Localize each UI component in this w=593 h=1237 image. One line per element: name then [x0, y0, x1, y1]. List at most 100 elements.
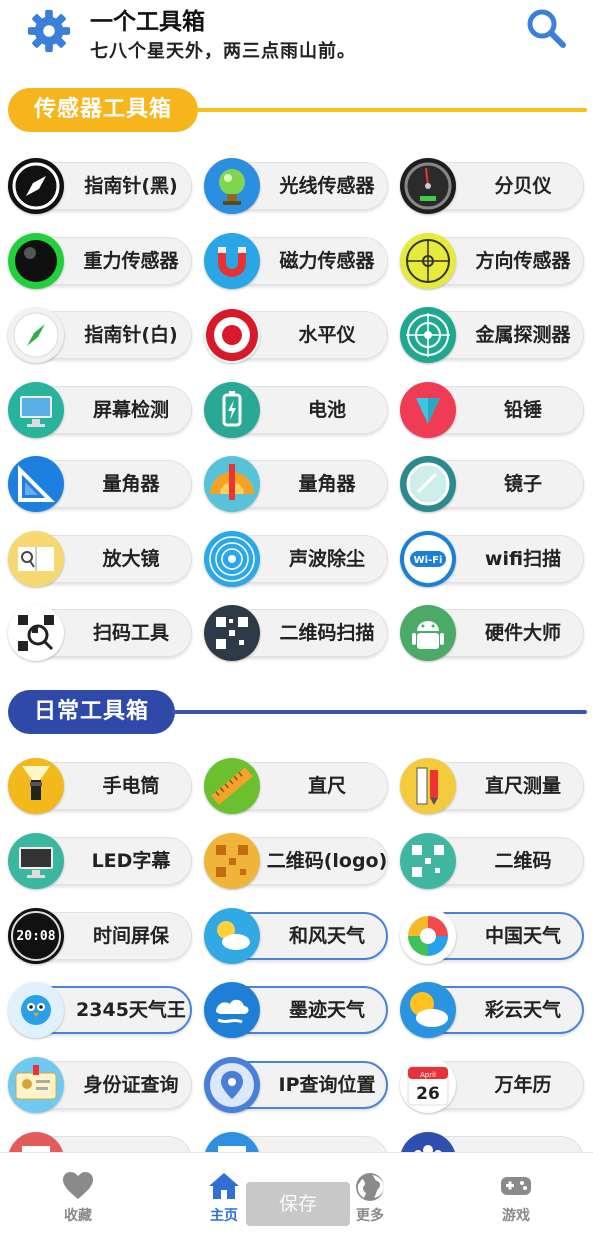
app-header: 一个工具箱 七八个星天外，两三点雨山前。 [0, 0, 593, 80]
tool-label: 铅锤 [503, 398, 542, 421]
home-icon [209, 1173, 239, 1199]
tool-tile[interactable]: 2345天气王 [8, 982, 194, 1040]
tool-tile[interactable]: 26 April 万年历 [400, 1057, 586, 1115]
plumb-icon [400, 381, 456, 438]
tool-tile[interactable]: 屏幕检测 [8, 381, 194, 440]
tool-label: 手电筒 [102, 775, 160, 797]
tool-tile[interactable]: 光线传感器 [204, 158, 390, 216]
tool-label: 身份证查询 [83, 1074, 179, 1097]
tool-tile[interactable]: LED字幕 [8, 832, 194, 891]
tool-label: 中国天气 [484, 924, 561, 947]
tool-label: 二维码扫描 [279, 622, 375, 644]
gauge-icon [400, 158, 456, 214]
tool-tile[interactable]: 手电筒 [8, 758, 194, 816]
search-icon[interactable] [524, 6, 568, 50]
app-root: 一个工具箱 七八个星天外，两三点雨山前。 传感器工具箱 指南针(黑) 光线传感器 分… [0, 0, 593, 1237]
monitor-icon [8, 381, 64, 438]
tool-tile[interactable]: 金属探测器 [400, 307, 586, 365]
tool-tile[interactable]: 身份证查询 [8, 1057, 194, 1115]
tool-label: 二维码(logo) [266, 849, 388, 872]
nav-favorites-label: 收藏 [64, 1208, 92, 1224]
tool-label: 彩云天气 [484, 999, 561, 1022]
tool-tile[interactable]: 磁力传感器 [204, 232, 390, 291]
tool-tile[interactable]: 放大镜 [8, 530, 194, 589]
tool-tile[interactable]: 直尺 [204, 758, 390, 816]
tool-label: 声波除尘 [288, 547, 365, 570]
protractor-icon [204, 456, 260, 512]
swirl-icon [400, 907, 456, 964]
direction-level-icon [400, 232, 456, 289]
tool-tile[interactable]: 扫码工具 [8, 605, 194, 663]
gear-icon[interactable] [26, 8, 72, 54]
tool-label: 放大镜 [102, 547, 160, 570]
svg-text:20:08: 20:08 [16, 929, 55, 944]
tool-tile[interactable]: 重力传感器 [8, 232, 194, 291]
qr-logo-icon [204, 832, 260, 889]
tool-tile[interactable]: 直尺测量 [400, 758, 586, 816]
tool-label: 重力传感器 [83, 249, 179, 272]
tool-tile[interactable]: 指南针(黑) [8, 158, 194, 216]
tool-label: 墨迹天气 [288, 999, 365, 1022]
ruler-icon [204, 758, 260, 814]
sensor-section-header: 传感器工具箱 [0, 88, 593, 134]
tool-tile[interactable]: 和风天气 [204, 907, 390, 966]
tool-tile[interactable]: 声波除尘 [204, 530, 390, 589]
tool-tile[interactable]: 硬件大师 [400, 605, 586, 663]
tool-label: 电池 [307, 398, 346, 421]
flashlight-icon [8, 758, 64, 814]
set-square-icon [8, 456, 64, 512]
tool-label: 时间屏保 [92, 924, 169, 947]
location-pin-icon [204, 1057, 260, 1114]
nav-games-label: 游戏 [502, 1208, 530, 1224]
tool-tile[interactable]: 二维码(logo) [204, 832, 390, 891]
tool-tile[interactable]: Wi-Fi wifi扫描 [400, 530, 586, 589]
tool-label: 指南针(黑) [84, 175, 178, 197]
tool-label: 量角器 [298, 473, 356, 495]
tool-label: 屏幕检测 [92, 398, 169, 421]
calendar-icon: 26 April [400, 1057, 456, 1114]
tool-label: 2345天气王 [76, 999, 186, 1022]
nav-games[interactable]: 游戏 [476, 1153, 556, 1237]
tool-tile[interactable]: 二维码扫描 [204, 605, 390, 663]
tool-tile[interactable]: IP查询位置 [204, 1057, 390, 1115]
tool-label: 量角器 [102, 473, 160, 495]
tool-tile[interactable]: 彩云天气 [400, 982, 586, 1040]
nav-favorites[interactable]: 收藏 [38, 1153, 118, 1237]
tool-tile[interactable]: 量角器 [204, 456, 390, 514]
tool-tile[interactable]: 分贝仪 [400, 158, 586, 216]
tool-tile[interactable]: 二维码 [400, 832, 586, 891]
tool-tile[interactable]: 墨迹天气 [204, 982, 390, 1040]
target-icon [204, 307, 260, 363]
tool-label: 光线传感器 [279, 175, 375, 197]
tool-label: 指南针(白) [84, 324, 178, 346]
tool-tile[interactable]: 指南针(白) [8, 307, 194, 365]
battery-icon [204, 381, 260, 438]
tool-tile[interactable]: 水平仪 [204, 307, 390, 365]
daily-section-header: 日常工具箱 [0, 690, 593, 736]
daily-section-divider [172, 710, 587, 714]
tool-tile[interactable]: 20:08 时间屏保 [8, 907, 194, 966]
tool-label: LED字幕 [91, 849, 171, 872]
magnet-icon [204, 232, 260, 289]
tool-label: 万年历 [494, 1074, 552, 1097]
tool-tile[interactable]: 量角器 [8, 456, 194, 514]
nav-more[interactable]: 更多 [330, 1153, 410, 1237]
sound-wave-icon [204, 530, 260, 587]
tool-label: 水平仪 [298, 324, 356, 346]
tool-tile[interactable]: 镜子 [400, 456, 586, 514]
qr-icon [400, 832, 456, 889]
tool-label: IP查询位置 [278, 1074, 376, 1097]
led-screen-icon [8, 832, 64, 889]
tool-tile[interactable]: 铅锤 [400, 381, 586, 440]
gamepad-icon [501, 1177, 531, 1195]
nav-more-label: 更多 [356, 1208, 384, 1224]
heart-icon [63, 1172, 93, 1199]
light-bulb-icon [204, 158, 260, 214]
tool-tile[interactable]: 中国天气 [400, 907, 586, 966]
magnifier-book-icon [8, 530, 64, 587]
radar-icon [400, 307, 456, 363]
tool-tile[interactable]: 方向传感器 [400, 232, 586, 291]
tool-tile[interactable]: 电池 [204, 381, 390, 440]
android-icon [400, 605, 456, 661]
tool-label: 二维码 [494, 849, 552, 872]
